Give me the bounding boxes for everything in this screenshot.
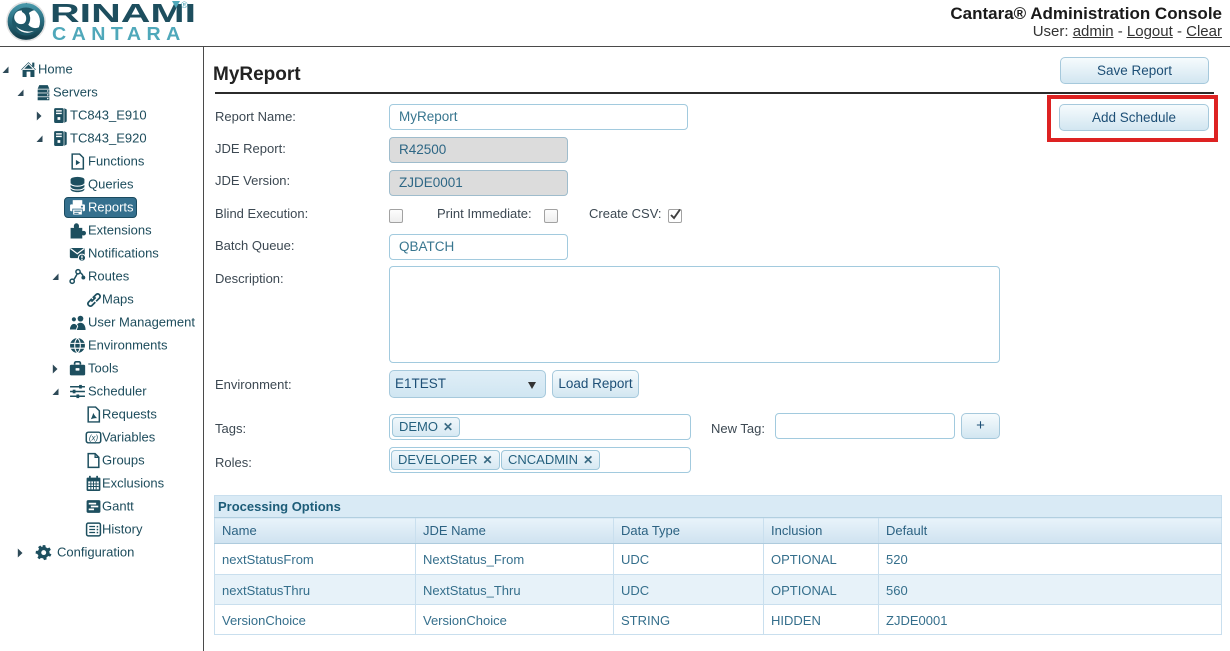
svg-text:(x): (x) (89, 433, 99, 442)
